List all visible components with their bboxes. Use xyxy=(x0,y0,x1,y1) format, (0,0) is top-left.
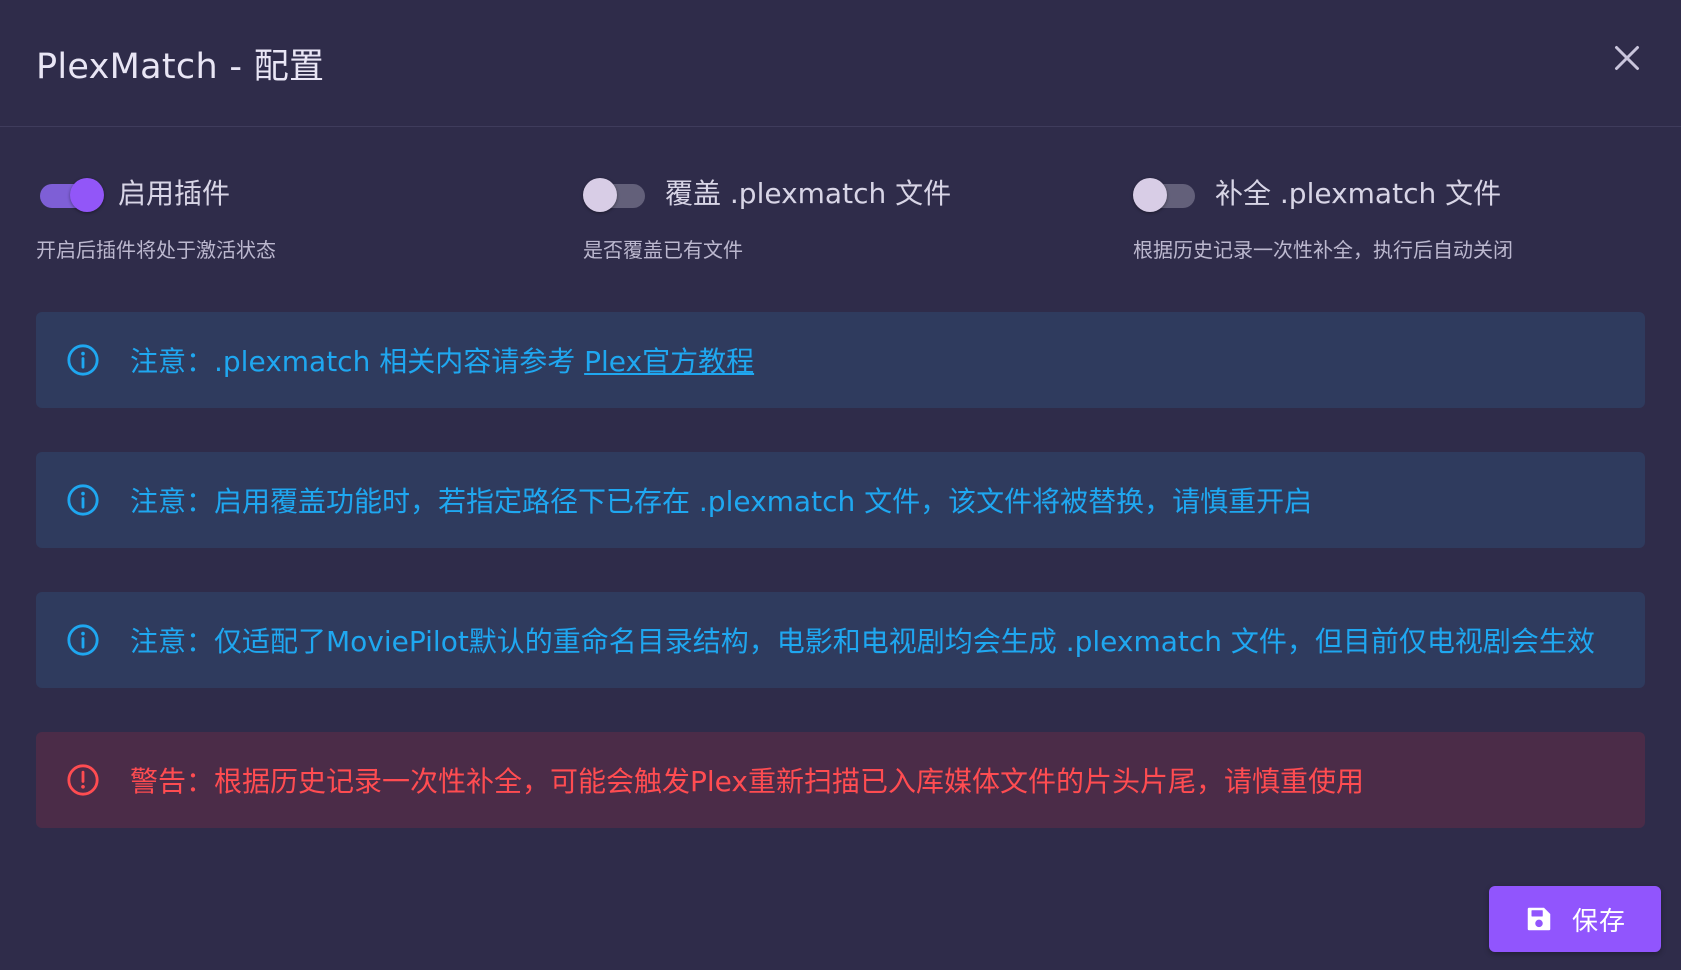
alert-rescan-warning: 警告：根据历史记录一次性补全，可能会触发Plex重新扫描已入库媒体文件的片头片尾… xyxy=(36,732,1645,828)
switch-group-overwrite: 覆盖 .plexmatch 文件 是否覆盖已有文件 xyxy=(583,172,951,263)
enable-plugin-switch[interactable] xyxy=(36,172,104,212)
dialog-header: PlexMatch - 配置 xyxy=(0,0,1681,127)
floppy-disk-icon xyxy=(1527,907,1551,931)
complete-plexmatch-switch[interactable] xyxy=(1133,172,1199,212)
overwrite-plexmatch-switch[interactable] xyxy=(583,172,649,212)
alert-message: 注意：仅适配了MoviePilot默认的重命名目录结构，电影和电视剧均会生成 .… xyxy=(130,625,1595,658)
alert-directory-structure: 注意：仅适配了MoviePilot默认的重命名目录结构，电影和电视剧均会生成 .… xyxy=(36,592,1645,688)
plexmatch-config-dialog: PlexMatch - 配置 启用插件 开启后插件将处于激活状态 覆盖 .ple… xyxy=(0,0,1681,970)
enable-plugin-label: 启用插件 xyxy=(118,177,231,210)
info-icon xyxy=(67,624,99,656)
overwrite-plexmatch-hint: 是否覆盖已有文件 xyxy=(583,238,743,262)
save-button[interactable]: 保存 xyxy=(1489,886,1661,952)
complete-plexmatch-label: 补全 .plexmatch 文件 xyxy=(1215,177,1502,210)
dialog-title: PlexMatch - 配置 xyxy=(36,47,325,87)
overwrite-plexmatch-label: 覆盖 .plexmatch 文件 xyxy=(665,177,952,210)
alert-message: 警告：根据历史记录一次性补全，可能会触发Plex重新扫描已入库媒体文件的片头片尾… xyxy=(130,765,1364,798)
switch-group-enable: 启用插件 开启后插件将处于激活状态 xyxy=(36,172,276,263)
close-icon xyxy=(1615,46,1639,70)
alert-plexmatch-reference: 注意：.plexmatch 相关内容请参考 Plex官方教程 xyxy=(36,312,1645,408)
info-icon xyxy=(67,484,99,516)
info-icon xyxy=(67,344,99,376)
alert-text: 注意：.plexmatch 相关内容请参考 Plex官方教程 xyxy=(130,340,754,380)
save-button-label: 保存 xyxy=(1571,906,1626,937)
enable-plugin-hint: 开启后插件将处于激活状态 xyxy=(36,238,276,262)
switch-group-complete: 补全 .plexmatch 文件 根据历史记录一次性补全，执行后自动关闭 xyxy=(1133,172,1513,263)
alert-overwrite-warning: 注意：启用覆盖功能时，若指定路径下已存在 .plexmatch 文件，该文件将被… xyxy=(36,452,1645,548)
close-button[interactable] xyxy=(1609,40,1645,76)
alert-message: 注意：启用覆盖功能时，若指定路径下已存在 .plexmatch 文件，该文件将被… xyxy=(130,485,1313,518)
alert-circle-icon xyxy=(67,764,99,796)
alert-message: 注意：.plexmatch 相关内容请参考 xyxy=(130,345,585,378)
plex-tutorial-link[interactable]: Plex官方教程 xyxy=(584,345,754,378)
complete-plexmatch-hint: 根据历史记录一次性补全，执行后自动关闭 xyxy=(1133,238,1513,262)
